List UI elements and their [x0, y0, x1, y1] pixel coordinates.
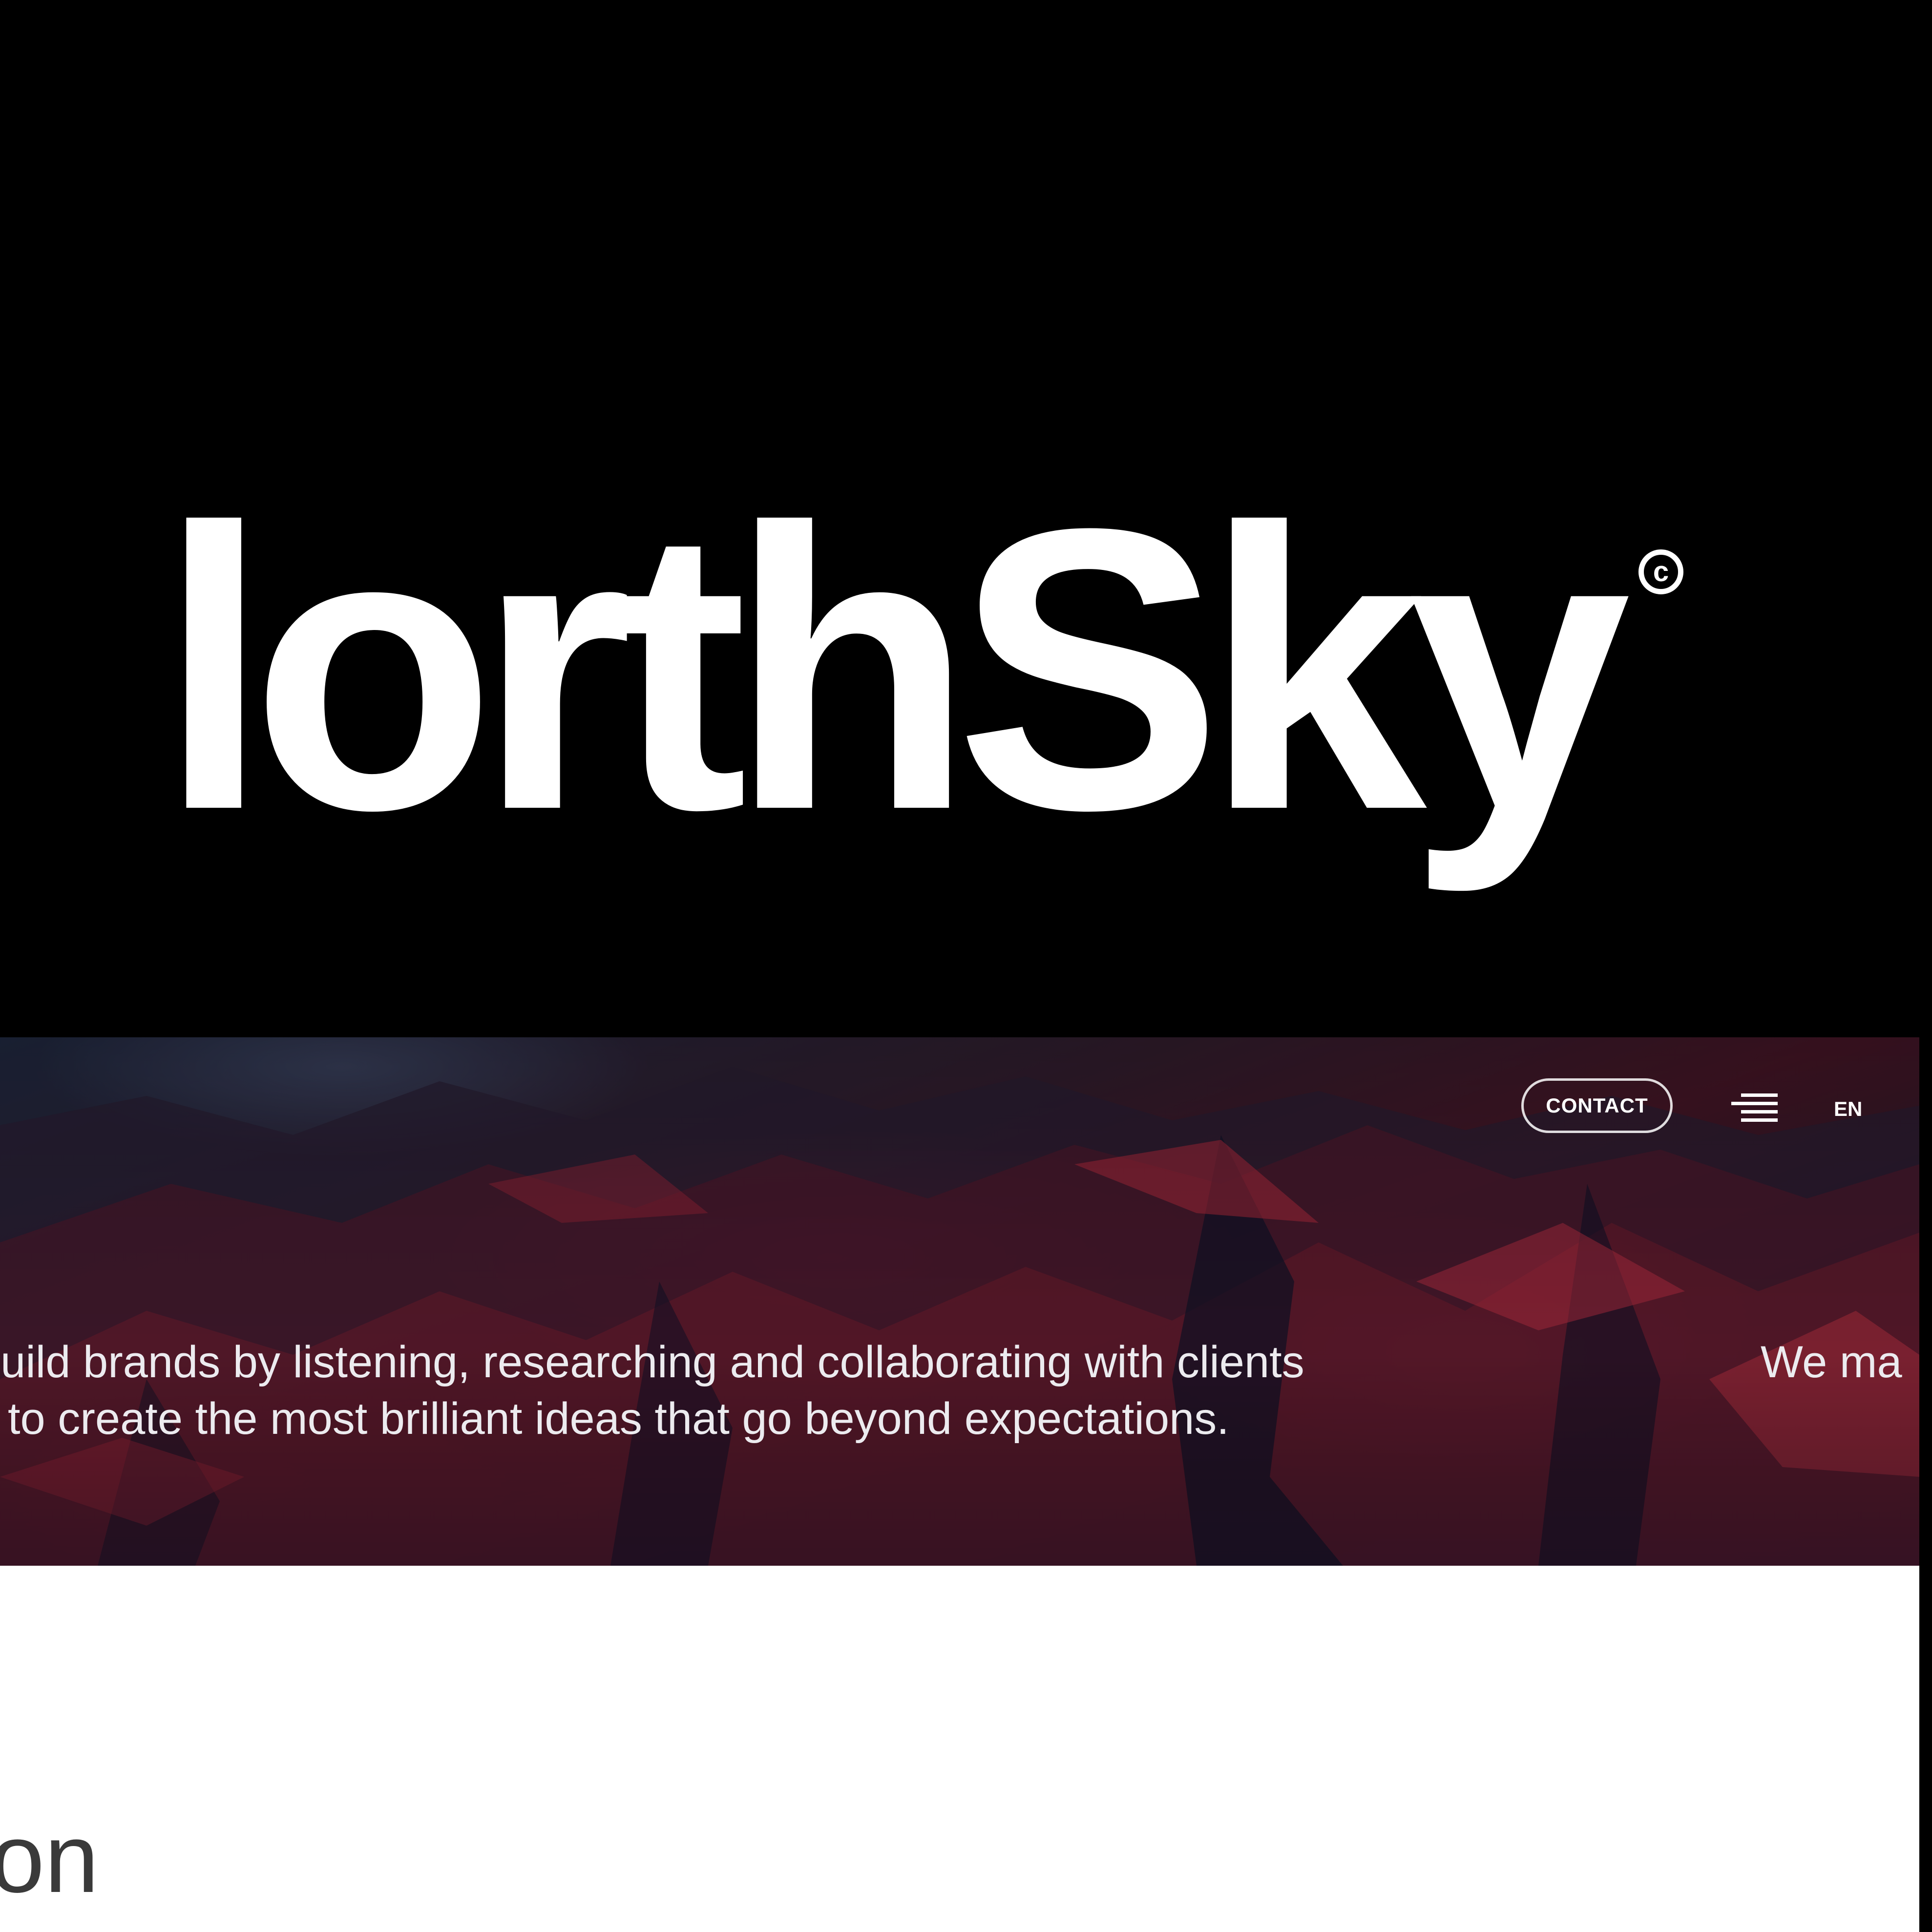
hero-tagline: build brands by listening, researching a…: [0, 1334, 1519, 1447]
language-switch[interactable]: EN: [1834, 1097, 1862, 1121]
menu-button[interactable]: [1731, 1093, 1778, 1123]
page: lorthSky c CONTACT EN build brands by li…: [0, 0, 1932, 1932]
menu-icon: [1731, 1093, 1778, 1122]
hero-tagline-line-2: to create the most brilliant ideas that …: [8, 1394, 1229, 1444]
contact-button[interactable]: CONTACT: [1521, 1078, 1673, 1133]
window-edge: [1919, 0, 1932, 1932]
hero-tagline-line-1: build brands by listening, researching a…: [0, 1337, 1304, 1387]
brand-band: lorthSky c: [0, 0, 1932, 1037]
copyright-icon: c: [1638, 549, 1683, 594]
section-heading: on: [0, 1804, 99, 1913]
hero-secondary-text: We ma: [1761, 1337, 1902, 1387]
content-section: on: [0, 1566, 1919, 1932]
hero-banner: CONTACT EN build brands by listening, re…: [0, 1037, 1919, 1566]
brand-wordmark[interactable]: lorthSky: [158, 469, 1631, 869]
